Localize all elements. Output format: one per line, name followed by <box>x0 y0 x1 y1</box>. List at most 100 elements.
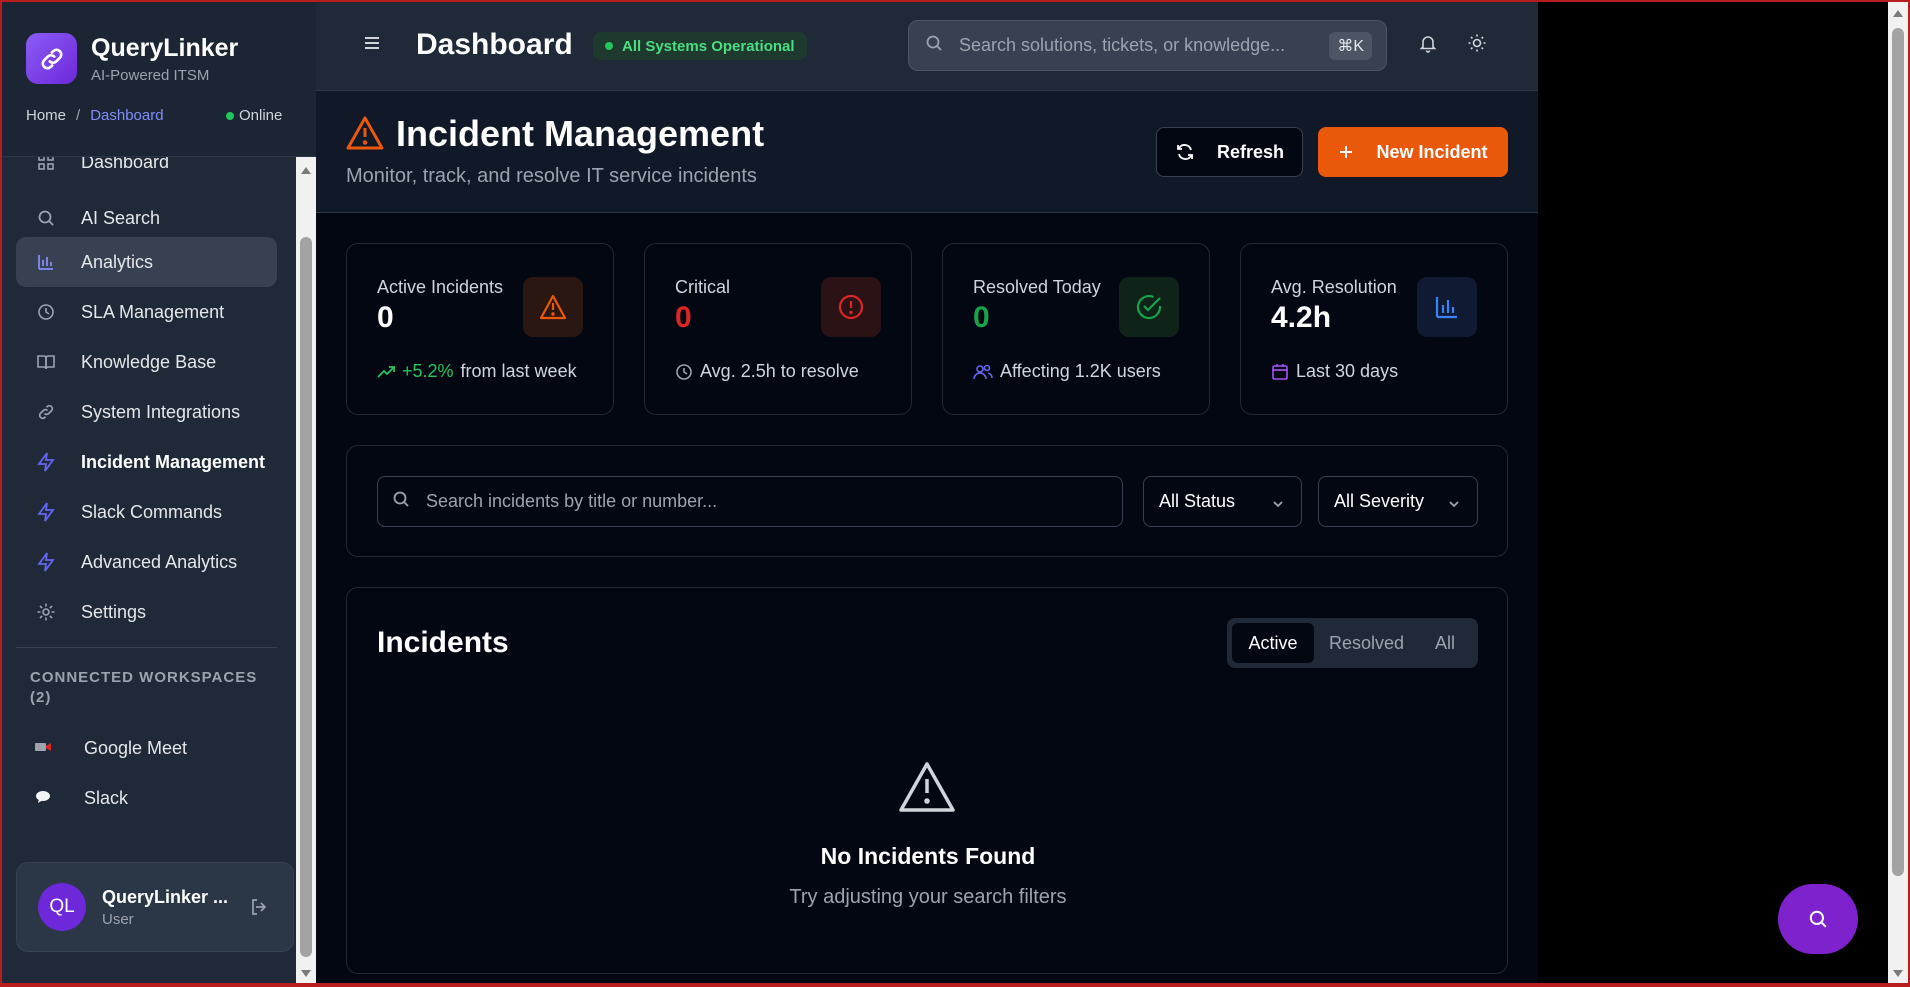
scroll-down-icon[interactable] <box>1893 970 1903 977</box>
app-logo[interactable] <box>26 33 77 84</box>
calendar-icon <box>1272 363 1288 380</box>
workspace-slack[interactable]: Slack <box>34 783 128 813</box>
search-icon <box>392 490 410 513</box>
stat-footer: Affecting 1.2K users <box>973 361 1161 382</box>
sidebar-item-label: Analytics <box>81 251 154 272</box>
incident-search-input[interactable]: Search incidents by title or number... <box>377 476 1123 527</box>
incident-search-placeholder: Search incidents by title or number... <box>426 491 718 511</box>
stat-value: 0 <box>377 301 394 334</box>
stat-footer: Avg. 2.5h to resolve <box>675 361 859 382</box>
zap-icon <box>36 452 56 472</box>
topbar: Dashboard All Systems Operational Search… <box>316 0 1538 91</box>
sidebar-item-label: AI Search <box>81 207 161 228</box>
refresh-button-label: Refresh <box>1216 141 1285 162</box>
warning-triangle-icon <box>897 760 957 819</box>
incident-tabs: Active Resolved All <box>1227 618 1478 668</box>
page-title: Incident Management <box>396 113 765 154</box>
users-icon <box>973 364 993 379</box>
refresh-button[interactable]: Refresh <box>1156 127 1303 177</box>
stat-label: Avg. Resolution <box>1271 277 1397 297</box>
page-header: Incident Management Monitor, track, and … <box>316 91 1538 213</box>
empty-area <box>1538 0 1890 987</box>
workspaces-title: CONNECTED WORKSPACES (2) <box>30 669 258 706</box>
sidebar-item-slack-commands[interactable]: Slack Commands <box>16 487 277 537</box>
stat-footer-text: from last week <box>460 361 577 381</box>
zap-icon <box>36 552 56 572</box>
theme-toggle-icon[interactable] <box>1467 33 1487 58</box>
incidents-title: Incidents <box>377 626 509 659</box>
floating-search-button[interactable] <box>1778 884 1858 954</box>
user-card[interactable]: QL QueryLinker ... User <box>16 862 294 952</box>
sidebar-item-settings[interactable]: Settings <box>16 587 277 637</box>
link-icon <box>36 402 56 422</box>
search-icon <box>1809 910 1827 928</box>
chat-bubble-icon <box>34 790 56 807</box>
page-scroll-thumb[interactable] <box>1892 28 1904 876</box>
connection-status: Online <box>226 107 282 124</box>
scroll-up-icon[interactable] <box>301 167 311 174</box>
empty-state-subtitle: Try adjusting your search filters <box>789 886 1067 908</box>
status-select[interactable]: All Status <box>1143 476 1302 527</box>
breadcrumb: Home / Dashboard <box>26 107 164 124</box>
sidebar-item-system-integrations[interactable]: System Integrations <box>16 387 277 437</box>
book-icon <box>36 352 56 372</box>
sidebar-item-label: Dashboard <box>81 157 170 172</box>
scroll-down-icon[interactable] <box>301 970 311 977</box>
stat-footer: Last 30 days <box>1271 361 1398 382</box>
sidebar-item-ai-search[interactable]: AI Search <box>16 193 277 243</box>
warning-triangle-icon <box>523 277 583 337</box>
page-scrollbar[interactable] <box>1888 0 1908 987</box>
sidebar-item-advanced-analytics[interactable]: Advanced Analytics <box>16 537 277 587</box>
incidents-panel: Incidents Active Resolved All No Inciden… <box>346 587 1508 974</box>
tab-resolved[interactable]: Resolved <box>1319 623 1414 663</box>
menu-icon[interactable] <box>363 35 381 56</box>
alert-circle-icon <box>821 277 881 337</box>
severity-select[interactable]: All Severity <box>1318 476 1478 527</box>
sidebar-header: QueryLinker AI-Powered ITSM Home / Dashb… <box>0 0 316 157</box>
warning-triangle-icon <box>346 115 384 156</box>
sidebar-item-label: System Integrations <box>81 401 241 422</box>
scroll-up-icon[interactable] <box>1893 10 1903 17</box>
severity-select-value: All Severity <box>1334 491 1425 511</box>
bell-icon[interactable] <box>1418 33 1438 58</box>
online-dot-icon <box>226 111 234 120</box>
sidebar-item-knowledge-base[interactable]: Knowledge Base <box>16 337 277 387</box>
camera-icon <box>34 740 56 757</box>
check-circle-icon <box>1119 277 1179 337</box>
clock-icon <box>36 302 56 322</box>
sidebar-scrollbar[interactable] <box>296 157 316 987</box>
user-name: QueryLinker ... <box>102 887 229 907</box>
sidebar: Dashboard AI Search Analytics SLA Manage… <box>0 0 316 987</box>
sidebar-item-incident-management[interactable]: Incident Management <box>16 437 277 487</box>
sidebar-item-label: SLA Management <box>81 301 225 322</box>
bar-chart-icon <box>1417 277 1477 337</box>
sidebar-item-analytics[interactable]: Analytics <box>16 237 277 287</box>
sidebar-scroll-thumb[interactable] <box>300 237 312 957</box>
sidebar-item-label: Incident Management <box>81 451 266 472</box>
clock-icon <box>676 363 692 380</box>
sidebar-item-sla-management[interactable]: SLA Management <box>16 287 277 337</box>
status-badge-label: All Systems Operational <box>622 37 795 55</box>
status-badge: All Systems Operational <box>593 32 807 60</box>
tab-all[interactable]: All <box>1419 623 1471 663</box>
trending-up-icon <box>377 365 395 378</box>
chevron-down-icon <box>1447 495 1461 516</box>
breadcrumb-home[interactable]: Home <box>26 107 66 124</box>
sidebar-item-dashboard[interactable]: Dashboard <box>16 157 277 187</box>
bar-chart-icon <box>36 252 56 272</box>
search-icon <box>925 34 943 57</box>
gear-icon <box>36 602 56 622</box>
stat-footer-text: Avg. 2.5h to resolve <box>700 361 859 381</box>
stat-label: Critical <box>675 277 731 297</box>
global-search-placeholder: Search solutions, tickets, or knowledge.… <box>959 35 1286 55</box>
workspace-google-meet[interactable]: Google Meet <box>34 733 187 763</box>
new-incident-button[interactable]: New Incident <box>1318 127 1508 177</box>
global-search-input[interactable]: Search solutions, tickets, or knowledge.… <box>908 20 1387 71</box>
search-icon <box>36 208 56 228</box>
stat-footer-text: Affecting 1.2K users <box>1000 361 1161 381</box>
logout-icon[interactable] <box>249 897 269 922</box>
workspace-label: Google Meet <box>84 737 188 758</box>
breadcrumb-current[interactable]: Dashboard <box>90 107 163 124</box>
app-tagline: AI-Powered ITSM <box>91 67 210 84</box>
tab-active[interactable]: Active <box>1232 623 1314 663</box>
